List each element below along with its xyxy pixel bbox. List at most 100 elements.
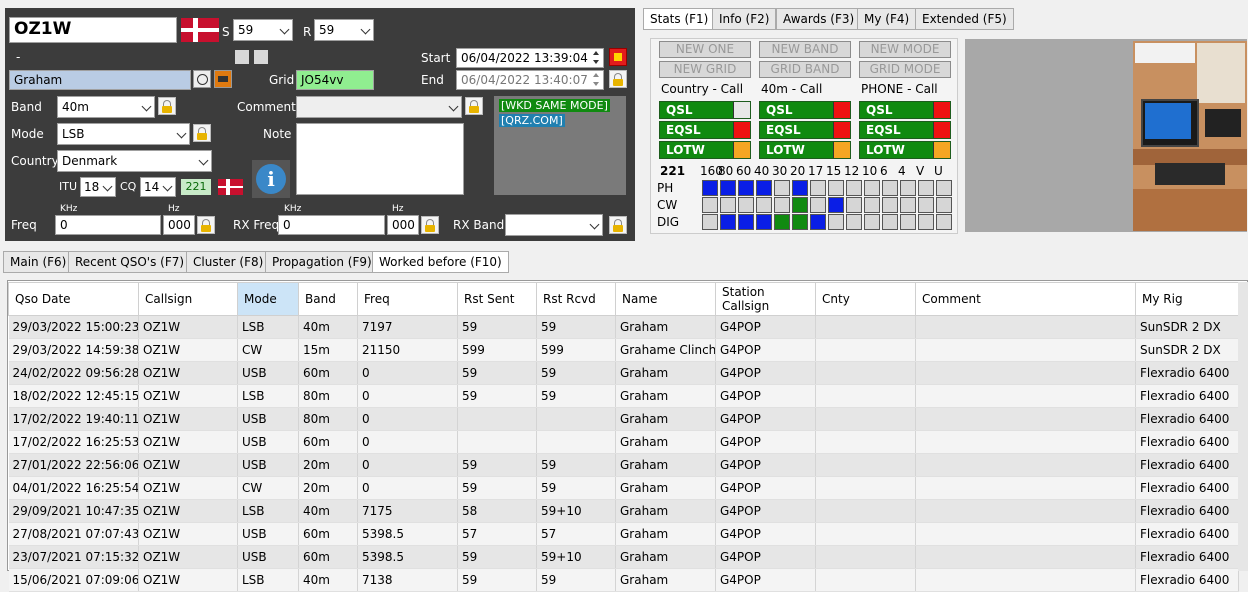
table-cell: USB <box>237 522 299 546</box>
itu-select[interactable]: 18 <box>80 177 116 197</box>
start-lock-red-icon[interactable] <box>609 48 627 66</box>
tab-info[interactable]: Info (F2) <box>712 8 777 30</box>
table-cell: 60m <box>298 361 358 385</box>
table-cell <box>915 545 1136 569</box>
vertical-scrollbar[interactable] <box>1238 282 1248 571</box>
table-cell: 27/01/2022 22:56:06 <box>8 453 139 477</box>
mode-select[interactable]: LSB <box>57 123 190 145</box>
table-cell: 7175 <box>357 499 458 523</box>
table-row[interactable]: 15/06/2021 07:09:06 OZ1W LSB 40m 7138 59 59 Gra… <box>8 568 1239 592</box>
rst-sent-select[interactable]: 59 <box>233 19 293 41</box>
info-icon[interactable]: i <box>252 160 290 198</box>
wkd-same-mode-tag[interactable]: [WKD SAME MODE] <box>499 99 610 112</box>
table-cell: USB <box>237 361 299 385</box>
small-square-button[interactable] <box>235 50 249 64</box>
matrix-cell <box>918 197 934 213</box>
column-header[interactable]: Rst Rcvd <box>536 282 616 316</box>
rxfreq-lock-icon[interactable] <box>421 216 439 234</box>
start-datetime-input[interactable]: 06/04/2022 13:39:04 <box>456 48 604 68</box>
table-row[interactable]: 29/03/2022 14:59:38 OZ1W CW 15m 21150 599 599 G… <box>8 338 1239 362</box>
country-value: Denmark <box>62 154 118 168</box>
tab-stats[interactable]: Stats (F1) <box>643 8 716 30</box>
column-header[interactable]: Qso Date <box>8 282 139 316</box>
column-header[interactable]: Station Callsign <box>715 282 816 316</box>
status-indicator <box>733 142 750 158</box>
rxfreq-hz-label: Hz <box>392 204 404 214</box>
table-row[interactable]: 23/07/2021 07:15:32 OZ1W USB 60m 5398.5 59 59+… <box>8 545 1239 569</box>
cq-select[interactable]: 14 <box>140 177 176 197</box>
column-header[interactable]: Comment <box>915 282 1136 316</box>
column-header[interactable]: Band <box>298 282 358 316</box>
table-row[interactable]: 29/03/2022 15:00:23 OZ1W LSB 40m 7197 59 59 Gra… <box>8 315 1239 339</box>
tab-my[interactable]: My (F4) <box>857 8 917 30</box>
freq-lock-icon[interactable] <box>197 216 215 234</box>
table-row[interactable]: 24/02/2022 09:56:28 OZ1W USB 60m 0 59 59 Graham… <box>8 361 1239 385</box>
tab-cluster[interactable]: Cluster (F8) <box>186 251 271 273</box>
qrz-link-tag[interactable]: [QRZ.COM] <box>499 114 565 127</box>
cq-label: CQ <box>120 180 137 193</box>
tab-main[interactable]: Main (F6) <box>3 251 74 273</box>
mode-lock-icon[interactable] <box>193 124 211 142</box>
rxfreq-khz-label: KHz <box>284 204 302 214</box>
name-input[interactable]: Graham <box>9 70 191 90</box>
table-cell: 60m <box>298 545 358 569</box>
table-row[interactable]: 29/09/2021 10:47:35 OZ1W LSB 40m 7175 58 59+10… <box>8 499 1239 523</box>
rxband-lock-icon[interactable] <box>609 216 627 234</box>
band-label: Band <box>11 100 42 114</box>
table-cell <box>457 430 537 454</box>
table-cell: G4POP <box>715 338 816 362</box>
qrz-icon[interactable] <box>214 70 232 88</box>
freq-hz-input[interactable]: 000 <box>163 215 195 235</box>
end-datetime-input[interactable]: 06/04/2022 13:40:07 <box>456 70 604 90</box>
table-cell: 24/02/2022 09:56:28 <box>8 361 139 385</box>
table-cell: 0 <box>357 407 458 431</box>
table-row[interactable]: 04/01/2022 16:25:54 OZ1W CW 20m 0 59 59 Graham G… <box>8 476 1239 500</box>
tab-extended[interactable]: Extended (F5) <box>915 8 1014 30</box>
lookup-icon[interactable] <box>193 70 211 88</box>
band-value: 40m <box>62 100 89 114</box>
table-cell <box>915 338 1136 362</box>
rst-rcvd-select[interactable]: 59 <box>314 19 374 41</box>
column-header[interactable]: Mode <box>237 282 299 316</box>
country-select[interactable]: Denmark <box>57 150 212 172</box>
column-header[interactable]: Callsign <box>138 282 238 316</box>
rxfreq-hz-input[interactable]: 000 <box>387 215 419 235</box>
table-cell: Graham <box>615 361 716 385</box>
table-body: 29/03/2022 15:00:23 OZ1W LSB 40m 7197 59 59 Gra… <box>8 315 1239 592</box>
grid-input[interactable]: JO54vv <box>296 70 374 90</box>
tab-worked-before[interactable]: Worked before (F10) <box>372 251 509 273</box>
callsign-input[interactable]: OZ1W <box>9 17 177 43</box>
note-textarea[interactable] <box>296 123 464 195</box>
comment-lock-icon[interactable] <box>465 97 483 115</box>
column-header[interactable]: Name <box>615 282 716 316</box>
table-row[interactable]: 17/02/2022 16:25:53 OZ1W USB 60m 0 Graham G4PO… <box>8 430 1239 454</box>
rxfreq-khz-input[interactable]: 0 <box>278 215 385 235</box>
spinner-icon[interactable] <box>590 71 603 89</box>
table-cell: LSB <box>237 315 299 339</box>
tab-recent-qsos[interactable]: Recent QSO's (F7) <box>68 251 192 273</box>
column-header[interactable]: Freq <box>357 282 458 316</box>
chevron-down-icon <box>176 128 187 139</box>
comment-select[interactable] <box>296 96 462 118</box>
table-cell <box>815 315 916 339</box>
tab-awards[interactable]: Awards (F3) <box>776 8 862 30</box>
column-header[interactable]: Rst Sent <box>457 282 537 316</box>
table-row[interactable]: 17/02/2022 19:40:11 OZ1W USB 80m 0 Graham G4PO… <box>8 407 1239 431</box>
table-row[interactable]: 27/01/2022 22:56:06 OZ1W USB 20m 0 59 59 Graham… <box>8 453 1239 477</box>
column-header[interactable]: My Rig <box>1135 282 1239 316</box>
end-lock-icon[interactable] <box>609 70 627 88</box>
spinner-icon[interactable] <box>590 49 603 67</box>
table-row[interactable]: 18/02/2022 12:45:15 OZ1W LSB 80m 0 59 59 Graham… <box>8 384 1239 408</box>
table-cell: OZ1W <box>138 430 238 454</box>
freq-khz-input[interactable]: 0 <box>55 215 161 235</box>
band-select[interactable]: 40m <box>57 96 155 118</box>
column-header[interactable]: Cnty <box>815 282 916 316</box>
band-lock-icon[interactable] <box>158 97 176 115</box>
rxband-select[interactable] <box>505 214 603 236</box>
chevron-down-icon <box>162 181 173 192</box>
table-row[interactable]: 27/08/2021 07:07:43 OZ1W USB 60m 5398.5 57 57 G… <box>8 522 1239 546</box>
small-square-button[interactable] <box>254 50 268 64</box>
tab-propagation[interactable]: Propagation (F9) <box>265 251 379 273</box>
rxfreq-label: RX Freq <box>233 218 280 232</box>
status-bar-qsl: QSL <box>659 101 751 119</box>
